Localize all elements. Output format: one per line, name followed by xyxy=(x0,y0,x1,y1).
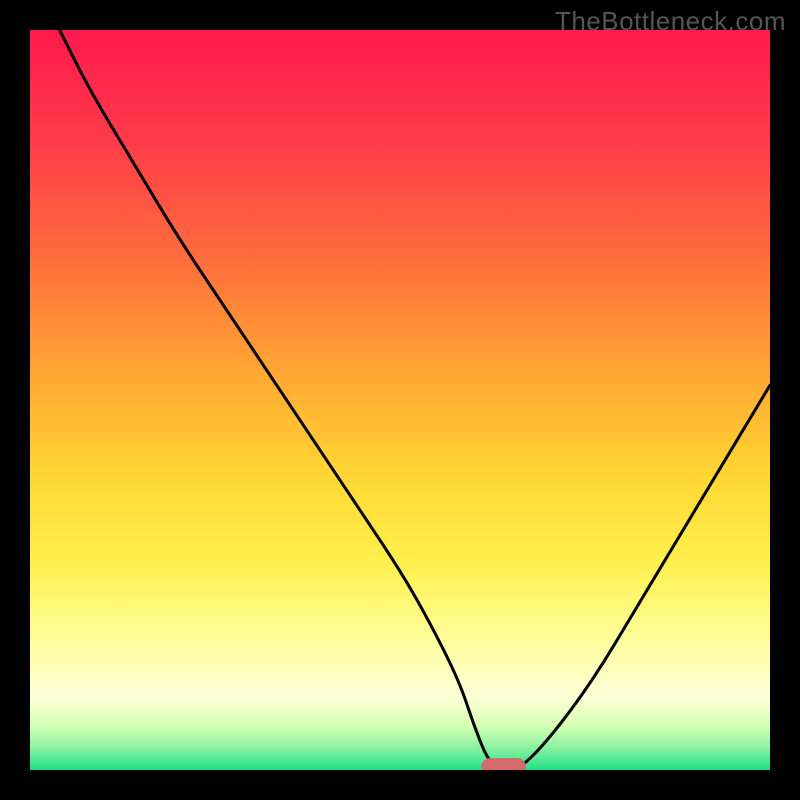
watermark-text: TheBottleneck.com xyxy=(555,6,786,37)
optimal-marker xyxy=(481,758,525,770)
gradient-background xyxy=(30,30,770,770)
plot-area xyxy=(30,30,770,770)
chart-frame: TheBottleneck.com xyxy=(0,0,800,800)
bottleneck-chart xyxy=(30,30,770,770)
